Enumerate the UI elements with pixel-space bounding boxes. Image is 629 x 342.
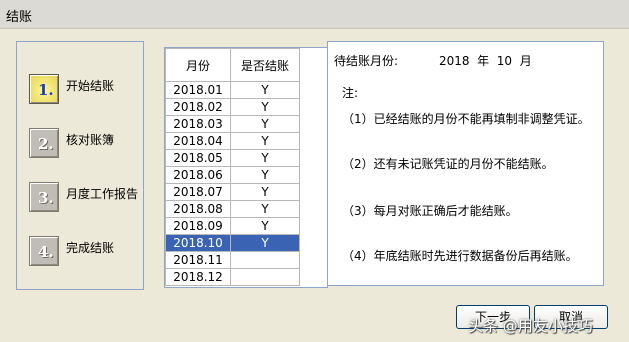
closed-cell[interactable]: Y xyxy=(230,132,300,150)
month-cell[interactable]: 2018.03 xyxy=(165,115,231,133)
table-row[interactable]: 2018.03 Y xyxy=(165,115,300,133)
step-start-closing[interactable]: 1. 开始结账 xyxy=(29,74,149,108)
notes-panel: 待结账月份: 2018 年 10 月 注: （1）已经结账的月份不能再填制非调整… xyxy=(327,41,604,286)
table-row[interactable]: 2018.08 Y xyxy=(165,200,300,218)
month-cell[interactable]: 2018.02 xyxy=(165,98,231,116)
title-bar: 结账 xyxy=(0,0,629,29)
month-table-panel: 月份 是否结账 2018.01 Y 2018.02 Y 2018.03 Y 2018.04 Y… xyxy=(164,47,328,288)
window-title: 结账 xyxy=(6,10,33,25)
note-item: （2）还有未记账凭证的月份不能结账。 xyxy=(342,157,554,171)
note-item: （4）年底结账时先进行数据备份后再结账。 xyxy=(342,249,578,263)
step-label: 开始结账 xyxy=(66,79,115,93)
month-cell[interactable]: 2018.07 xyxy=(165,183,231,201)
table-row[interactable]: 2018.05 Y xyxy=(165,149,300,167)
closed-cell[interactable]: Y xyxy=(230,234,300,252)
closed-cell[interactable]: Y xyxy=(230,81,300,99)
closed-cell[interactable]: Y xyxy=(230,200,300,218)
step-check-ledgers[interactable]: 2. 核对账簿 xyxy=(29,128,149,162)
month-cell[interactable]: 2018.10 xyxy=(165,234,231,252)
step-1-icon: 1. xyxy=(29,74,59,104)
note-item: （3）每月对账正确后才能结账。 xyxy=(342,204,518,218)
month-cell[interactable]: 2018.05 xyxy=(165,149,231,167)
month-cell[interactable]: 2018.08 xyxy=(165,200,231,218)
notes-heading: 注: xyxy=(342,86,359,100)
step-label: 完成结账 xyxy=(66,241,115,255)
closed-cell[interactable]: Y xyxy=(230,115,300,133)
table-row[interactable]: 2018.09 Y xyxy=(165,217,300,235)
table-row[interactable]: 2018.02 Y xyxy=(165,98,300,116)
month-cell[interactable]: 2018.04 xyxy=(165,132,231,150)
step-label: 核对账簿 xyxy=(66,133,115,147)
month-cell[interactable]: 2018.01 xyxy=(165,81,231,99)
step-label: 月度工作报告 xyxy=(66,187,139,201)
step-monthly-report[interactable]: 3. 月度工作报告 xyxy=(29,182,149,216)
closed-cell[interactable]: Y xyxy=(230,166,300,184)
step-3-icon: 3. xyxy=(29,182,59,212)
table-row[interactable]: 2018.07 Y xyxy=(165,183,300,201)
column-header-closed[interactable]: 是否结账 xyxy=(230,48,300,82)
table-row[interactable]: 2018.12 xyxy=(165,268,300,286)
closed-cell[interactable]: Y xyxy=(230,183,300,201)
table-row[interactable]: 2018.01 Y xyxy=(165,81,300,99)
month-cell[interactable]: 2018.12 xyxy=(165,268,231,286)
table-row[interactable]: 2018.10 Y xyxy=(165,234,300,252)
step-2-icon: 2. xyxy=(29,128,59,158)
steps-panel: 1. 开始结账 2. 核对账簿 3. 月度工作报告 4. 完成结账 xyxy=(16,41,144,290)
column-header-month[interactable]: 月份 xyxy=(165,48,231,82)
step-complete-closing[interactable]: 4. 完成结账 xyxy=(29,236,149,270)
closed-cell[interactable]: Y xyxy=(230,149,300,167)
closed-cell[interactable]: Y xyxy=(230,98,300,116)
month-cell[interactable]: 2018.06 xyxy=(165,166,231,184)
closed-cell[interactable] xyxy=(230,251,300,269)
watermark: 头条 @用友小技巧 xyxy=(468,317,593,335)
note-item: （1）已经结账的月份不能再填制非调整凭证。 xyxy=(342,112,590,126)
table-row[interactable]: 2018.11 xyxy=(165,251,300,269)
pending-month-value: 2018 年 10 月 xyxy=(439,54,532,68)
table-row[interactable]: 2018.06 Y xyxy=(165,166,300,184)
step-4-icon: 4. xyxy=(29,236,59,266)
month-closing-table: 月份 是否结账 2018.01 Y 2018.02 Y 2018.03 Y 2018.04 Y… xyxy=(165,48,300,286)
month-rows: 2018.01 Y 2018.02 Y 2018.03 Y 2018.04 Y 2018.05 Y… xyxy=(165,81,300,286)
table-row[interactable]: 2018.04 Y xyxy=(165,132,300,150)
closed-cell[interactable]: Y xyxy=(230,217,300,235)
month-cell[interactable]: 2018.11 xyxy=(165,251,231,269)
closed-cell[interactable] xyxy=(230,268,300,286)
month-cell[interactable]: 2018.09 xyxy=(165,217,231,235)
pending-month-label: 待结账月份: xyxy=(334,54,399,68)
